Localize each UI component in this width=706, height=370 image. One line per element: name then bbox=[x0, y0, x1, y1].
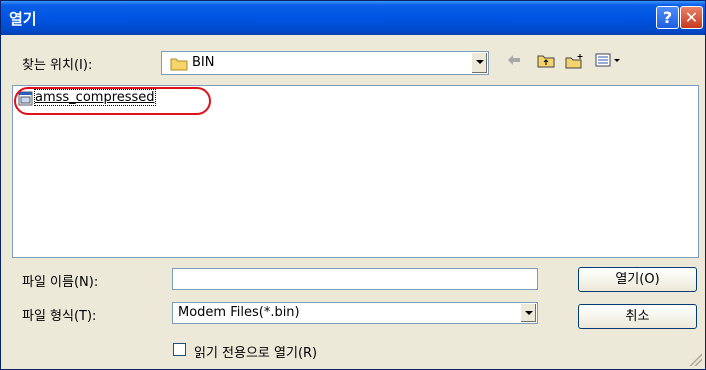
readonly-checkbox[interactable] bbox=[173, 343, 186, 356]
back-arrow-icon[interactable] bbox=[506, 53, 522, 71]
file-type-value: Modem Files(*.bin) bbox=[178, 305, 300, 320]
help-button[interactable]: ? bbox=[656, 6, 679, 29]
file-type-label: 파일 형식(T): bbox=[22, 309, 97, 324]
highlight-ellipse bbox=[14, 87, 211, 115]
open-button[interactable]: 열기(O) bbox=[578, 267, 697, 292]
folder-icon bbox=[170, 56, 188, 75]
new-folder-icon[interactable] bbox=[565, 53, 585, 73]
look-in-value: BIN bbox=[192, 55, 215, 70]
readonly-checkbox-label[interactable]: 읽기 전용으로 열기(R) bbox=[194, 342, 317, 361]
look-in-label: 찾는 위치(I): bbox=[22, 58, 93, 73]
file-name-label: 파일 이름(N): bbox=[22, 275, 99, 290]
title-bar[interactable]: 열기 ? ✕ bbox=[1, 1, 705, 35]
up-folder-icon[interactable] bbox=[537, 53, 555, 72]
file-type-dropdown[interactable]: Modem Files(*.bin) bbox=[172, 302, 538, 324]
view-menu-icon[interactable] bbox=[595, 53, 621, 71]
look-in-dropdown[interactable]: BIN bbox=[161, 51, 489, 75]
file-name-input[interactable] bbox=[172, 268, 538, 290]
resize-grip[interactable] bbox=[688, 352, 702, 366]
cancel-button[interactable]: 취소 bbox=[578, 304, 697, 329]
window-title: 열기 bbox=[9, 10, 37, 28]
chevron-down-icon[interactable] bbox=[520, 304, 536, 322]
close-button[interactable]: ✕ bbox=[680, 6, 703, 29]
chevron-down-icon[interactable] bbox=[471, 53, 487, 73]
open-dialog: 열기 ? ✕ 찾는 위치(I): BIN amss_compressed 파일 … bbox=[0, 0, 706, 370]
